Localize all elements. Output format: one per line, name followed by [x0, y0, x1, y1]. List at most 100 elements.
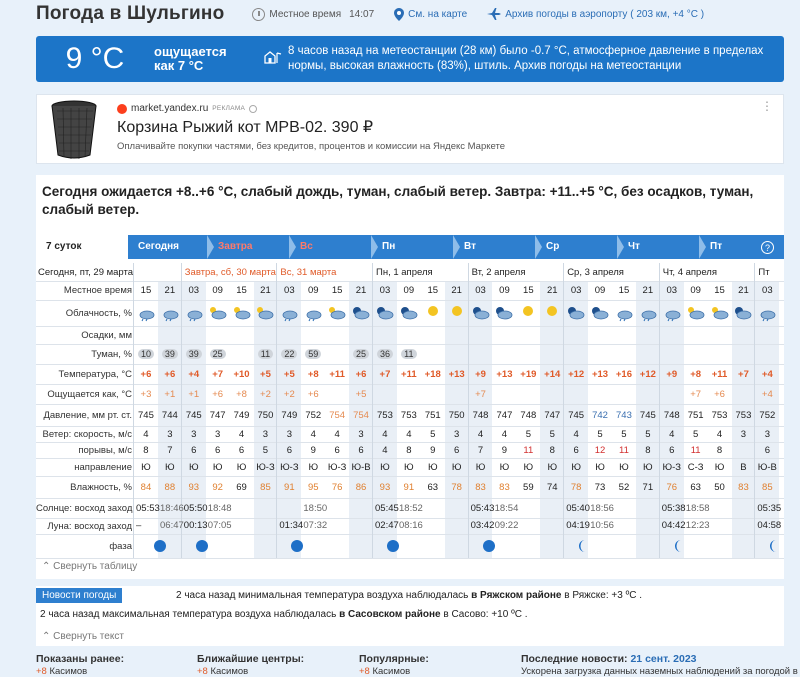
wind-speed-cell: 3 [286, 428, 292, 440]
footer-item-2-label[interactable]: Касимов [210, 666, 248, 677]
moonrise-cell: 01:34 [279, 520, 304, 531]
pressure-cell: 748 [520, 409, 537, 421]
fog-value: 25 [209, 348, 226, 359]
footer-item-3-label[interactable]: Касимов [372, 666, 410, 677]
tab-today[interactable]: Сегодня [128, 235, 214, 259]
feels-like-cell: +8 [236, 388, 247, 400]
gusts-cell: 11 [619, 444, 629, 456]
wind-speed-cell: 4 [310, 428, 316, 440]
map-link[interactable]: См. на карте [394, 7, 467, 21]
clock-icon [252, 7, 266, 21]
fog-cell: 10 [134, 348, 158, 360]
pressure-cell: 750 [257, 409, 274, 421]
footer-latest-date[interactable]: 21 сент. 2023 [630, 653, 696, 665]
pressure-cell: 745 [639, 409, 656, 421]
more-options-icon[interactable]: ⋮ [761, 99, 773, 113]
news-line-1: 2 часа назад минимальная температура воз… [176, 590, 642, 601]
wind-direction-cell: Ю [165, 461, 175, 473]
wind-direction-cell: Ю [619, 461, 629, 473]
row-divider [36, 558, 784, 559]
airport-archive-link[interactable]: Архив погоды в аэропорту ( 203 км, +4 °С… [487, 8, 704, 20]
humidity-cell: 76 [666, 481, 678, 493]
station-description[interactable]: 8 часов назад на метеостанции (28 км) бы… [288, 44, 784, 74]
humidity-cell: 88 [164, 481, 176, 493]
wind-speed-cell: 4 [669, 428, 675, 440]
tab-fri[interactable]: Пт [700, 235, 760, 259]
day-header: Вс, 31 марта [280, 267, 337, 278]
forecast-tabs: 7 суток Сегодня Завтра Вс Пн Вт Ср Чт Пт [36, 235, 784, 259]
hour-cell: 21 [164, 285, 176, 296]
pressure-cell: 750 [448, 409, 465, 421]
collapse-table-text[interactable]: Свернуть таблицу [53, 561, 137, 572]
wind-direction-cell: Ю [595, 461, 605, 473]
moon-phase-icon [291, 540, 304, 555]
wind-direction-cell: Ю [523, 461, 534, 473]
help-icon[interactable]: ? [761, 241, 774, 254]
hour-cell: 03 [666, 285, 678, 296]
page-title: Погода в Шульгино [36, 3, 225, 24]
hour-cell: 03 [379, 285, 391, 296]
feels-like-cell: +5 [355, 388, 367, 400]
map-link-text[interactable]: См. на карте [408, 9, 467, 20]
moonset-cell: 12:23 [685, 520, 710, 531]
gusts-cell: 8 [406, 444, 412, 456]
tab-mon[interactable]: Пн [372, 235, 460, 259]
humidity-cell: 76 [331, 481, 343, 493]
footer-shown-earlier: Показаны ранее: [36, 653, 125, 665]
moon-phase-icon [154, 540, 166, 555]
pressure-cell: 748 [472, 409, 489, 421]
hour-cell: 15 [714, 285, 725, 296]
footer-latest-news: Последние новости: 21 сент. 2023 [521, 653, 697, 665]
temperature-cell: +6 [355, 368, 367, 380]
sunset-cell: 18:46 [160, 503, 184, 514]
humidity-cell: 83 [475, 481, 486, 493]
ad-title[interactable]: Корзина Рыжий кот MPB-02. 390 ₽ [117, 117, 373, 137]
fog-cell: 25 [206, 348, 230, 360]
wind-speed-cell: 3 [214, 428, 221, 440]
footer-item-3[interactable]: +8 Касимов [359, 666, 410, 677]
local-time-label: Местное время [269, 8, 342, 20]
tab-sun[interactable]: Вс [290, 235, 378, 259]
tab-tue[interactable]: Вт [454, 235, 542, 259]
footer-item-2[interactable]: +8 Касимов [197, 666, 248, 677]
collapse-text-label[interactable]: Свернуть текст [53, 631, 124, 642]
wind-speed-cell: 3 [358, 428, 364, 440]
feels-like-value: как 7 °С [154, 58, 204, 73]
wind-speed-cell: 5 [430, 428, 436, 440]
footer-item-1-label[interactable]: Касимов [49, 666, 87, 677]
tab-wed[interactable]: Ср [536, 235, 624, 259]
hour-cell: 15 [427, 285, 439, 296]
temperature-cell: +12 [568, 368, 585, 380]
temperature-cell: +11 [711, 368, 728, 380]
humidity-cell: 84 [140, 481, 152, 493]
feels-like-cell: +7 [690, 388, 702, 400]
feels-like: ощущается как 7 °С [154, 45, 258, 73]
collapse-table-link[interactable]: ⌃ Свернуть таблицу [42, 561, 137, 572]
moon-cloud-icon [732, 306, 756, 325]
yandex-market-icon [117, 103, 127, 114]
hour-cell: 03 [762, 285, 773, 296]
info-icon[interactable] [249, 104, 258, 113]
tab-thu[interactable]: Чт [618, 235, 706, 259]
temperature-cell: +13 [496, 368, 513, 380]
collapse-text-link[interactable]: ⌃ Свернуть текст [42, 631, 124, 642]
airport-archive-text[interactable]: Архив погоды в аэропорту ( 203 км, +4 °С… [505, 9, 704, 20]
hour-cell: 03 [284, 285, 295, 296]
tab-7-days[interactable]: 7 суток [36, 235, 128, 259]
rain-cloud-icon [660, 306, 684, 325]
ad-banner[interactable]: market.yandex.ru РЕКЛАМА Корзина Рыжий к… [36, 94, 784, 164]
pressure-cell: 753 [735, 409, 752, 421]
header: Погода в Шульгино Местное время 14:07 См… [0, 0, 800, 28]
tab-tomorrow[interactable]: Завтра [208, 235, 296, 259]
tab-label: Вт [464, 241, 476, 252]
fog-value: 22 [281, 348, 298, 359]
footer-item-1[interactable]: +8 Касимов [36, 666, 87, 677]
humidity-cell: 78 [570, 481, 582, 493]
plane-icon [487, 8, 502, 20]
sunset-cell: 18:48 [207, 503, 232, 514]
news-line-1-region[interactable]: в Ряжском районе [471, 590, 561, 601]
sunset-cell: 18:54 [494, 503, 519, 514]
gusts-cell: 5 [262, 444, 269, 456]
news-line-2-region[interactable]: в Сасовском районе [339, 609, 441, 620]
tab-label: Пт [710, 241, 723, 252]
